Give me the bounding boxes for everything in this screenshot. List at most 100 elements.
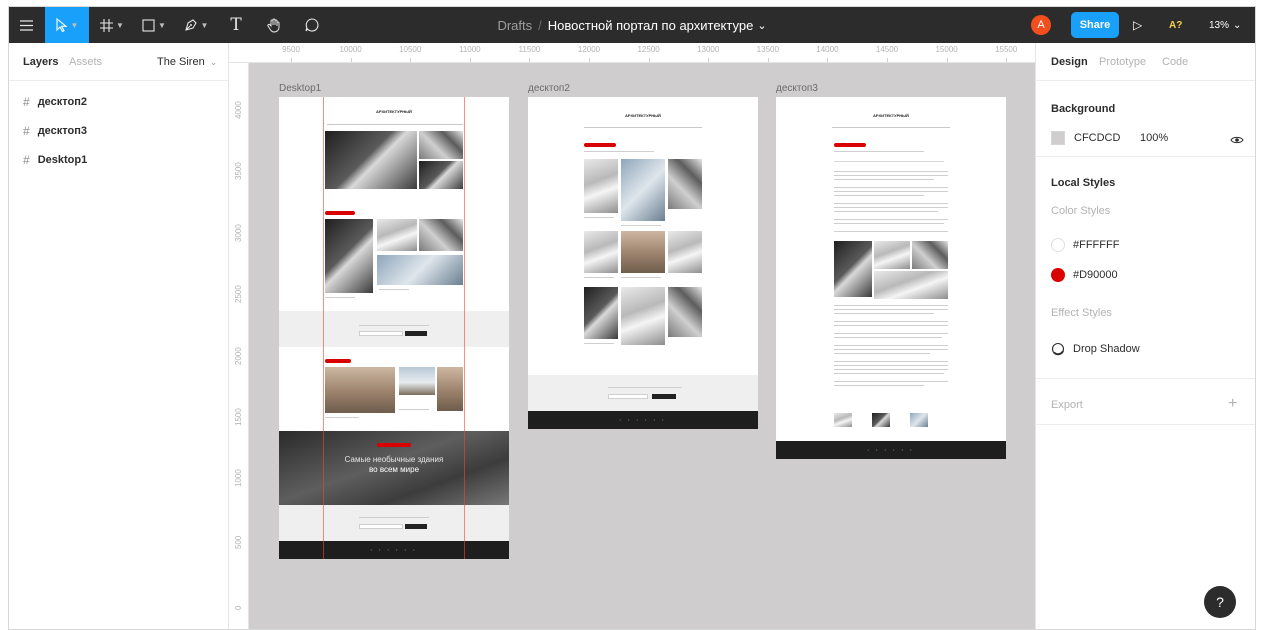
caption-line xyxy=(325,417,359,418)
text-line xyxy=(834,381,948,382)
comment-tool-button[interactable] xyxy=(297,7,327,43)
text-line xyxy=(834,231,948,232)
frame-desktop2[interactable]: АРХИТЕКТУРНЫЙ • • • • • • xyxy=(528,97,758,429)
ruler-label: 13000 xyxy=(697,45,720,54)
ruler-label: 14500 xyxy=(875,45,899,54)
tab-prototype[interactable]: Prototype xyxy=(1099,56,1146,68)
site-logo: АРХИТЕКТУРНЫЙ xyxy=(873,113,909,118)
pen-icon xyxy=(184,18,198,32)
text-line xyxy=(834,349,948,350)
ruler-tick xyxy=(708,58,710,62)
text-line xyxy=(834,219,948,220)
color-swatch-white xyxy=(1051,238,1065,252)
share-button[interactable]: Share xyxy=(1071,12,1119,38)
article-image xyxy=(668,231,702,273)
page-selector[interactable]: The Siren ⌄ xyxy=(157,56,217,68)
shape-tool-button[interactable]: ▼ xyxy=(137,7,171,43)
background-color-swatch[interactable] xyxy=(1051,131,1065,145)
color-style-item[interactable]: #D90000 xyxy=(1051,267,1221,285)
help-button[interactable]: ? xyxy=(1204,586,1236,618)
caption-line xyxy=(584,217,614,218)
gallery-image xyxy=(912,241,948,269)
avatar[interactable]: A xyxy=(1031,15,1051,35)
move-tool-button[interactable]: ▼ xyxy=(45,7,89,43)
article-title xyxy=(834,151,924,152)
frame-label[interactable]: десктоп3 xyxy=(776,83,818,94)
color-style-item[interactable]: #FFFFFF xyxy=(1051,237,1221,255)
ruler-tick xyxy=(410,58,412,62)
subscribe-button xyxy=(405,331,427,336)
local-styles-section: Local Styles Color Styles #FFFFFF #D9000… xyxy=(1036,157,1255,379)
background-title: Background xyxy=(1051,103,1116,115)
ruler-label: 14000 xyxy=(816,45,839,54)
cursor-icon xyxy=(55,18,68,32)
background-hex-input[interactable]: CFCDCD xyxy=(1074,132,1120,144)
related-thumb xyxy=(834,413,852,427)
text-icon: T xyxy=(230,15,242,35)
effect-style-name: Drop Shadow xyxy=(1073,343,1140,355)
pen-tool-button[interactable]: ▼ xyxy=(179,7,213,43)
caption-line xyxy=(621,277,661,278)
ruler-tick xyxy=(529,58,531,62)
text-line xyxy=(834,211,938,212)
tab-assets[interactable]: Assets xyxy=(69,56,102,68)
ruler-label: 500 xyxy=(234,535,243,549)
hand-tool-button[interactable] xyxy=(259,7,289,43)
frame-desktop3[interactable]: АРХИТЕКТУРНЫЙ • • • • • • xyxy=(776,97,1006,459)
gallery-image xyxy=(874,241,910,269)
site-footer: • • • • • • xyxy=(279,541,509,559)
layer-item[interactable]: # десктоп2 xyxy=(23,93,87,111)
zoom-dropdown[interactable]: 13% ⌄ xyxy=(1209,7,1241,43)
frame-icon: # xyxy=(23,124,30,138)
text-line xyxy=(834,171,948,172)
caption-line xyxy=(379,289,409,290)
caption-line xyxy=(584,343,614,344)
ruler-label: 0 xyxy=(234,605,243,611)
site-logo: АРХИТЕКТУРНЫЙ xyxy=(625,113,661,118)
layer-item[interactable]: # десктоп3 xyxy=(23,122,87,140)
layer-item[interactable]: # Desktop1 xyxy=(23,151,87,169)
background-opacity-input[interactable]: 100% xyxy=(1140,132,1168,144)
ruler-tick xyxy=(469,58,471,62)
article-image xyxy=(584,159,618,213)
breadcrumb-drafts[interactable]: Drafts xyxy=(497,18,532,33)
page-name: The Siren xyxy=(157,56,205,68)
add-export-icon[interactable]: + xyxy=(1228,395,1237,413)
ruler-label: 9500 xyxy=(282,45,300,54)
subscribe-text xyxy=(359,517,429,518)
chevron-down-icon: ▼ xyxy=(70,20,79,30)
frame-tool-button[interactable]: ▼ xyxy=(95,7,129,43)
frame-label[interactable]: десктоп2 xyxy=(528,83,570,94)
design-canvas[interactable]: Desktop1 АРХИТЕКТУРНЫЙ Самые необычные з… xyxy=(249,63,1035,629)
frame-desktop1[interactable]: АРХИТЕКТУРНЫЙ Самые необычные здания во … xyxy=(279,97,509,559)
file-name[interactable]: Новостной портал по архитектуре xyxy=(548,18,754,33)
text-line xyxy=(834,187,948,188)
text-line xyxy=(834,175,948,176)
ruler-tick xyxy=(827,58,829,62)
tab-design[interactable]: Design xyxy=(1051,56,1088,68)
tab-layers[interactable]: Layers xyxy=(23,56,58,68)
text-tool-button[interactable]: T xyxy=(221,7,251,43)
footer-social-icons: • • • • • • xyxy=(619,417,667,422)
present-button[interactable]: ▷ xyxy=(1133,7,1142,43)
ruler-label: 11000 xyxy=(458,45,481,54)
effect-style-item[interactable]: Drop Shadow xyxy=(1051,341,1221,359)
section-tag xyxy=(325,211,355,215)
ai-assist-button[interactable]: A? xyxy=(1169,7,1182,43)
top-toolbar: ▼ ▼ ▼ ▼ T Drafts / Новостной портал по а… xyxy=(9,7,1255,43)
footer-social-icons: • • • • • • xyxy=(370,547,418,552)
chevron-down-icon: ⌄ xyxy=(209,57,218,67)
color-style-name: #FFFFFF xyxy=(1073,239,1120,251)
frame-label[interactable]: Desktop1 xyxy=(279,83,321,94)
ruler-label: 2500 xyxy=(234,285,243,304)
site-nav xyxy=(327,124,463,125)
tab-code[interactable]: Code xyxy=(1162,56,1188,68)
text-line xyxy=(834,203,948,204)
eye-icon[interactable] xyxy=(1230,132,1244,150)
main-menu-button[interactable] xyxy=(9,7,43,43)
article-image xyxy=(621,231,665,273)
effect-styles-label: Effect Styles xyxy=(1051,307,1112,319)
chevron-down-icon[interactable]: ⌄ xyxy=(757,19,766,32)
color-style-name: #D90000 xyxy=(1073,269,1118,281)
ruler-label: 10000 xyxy=(339,45,362,54)
